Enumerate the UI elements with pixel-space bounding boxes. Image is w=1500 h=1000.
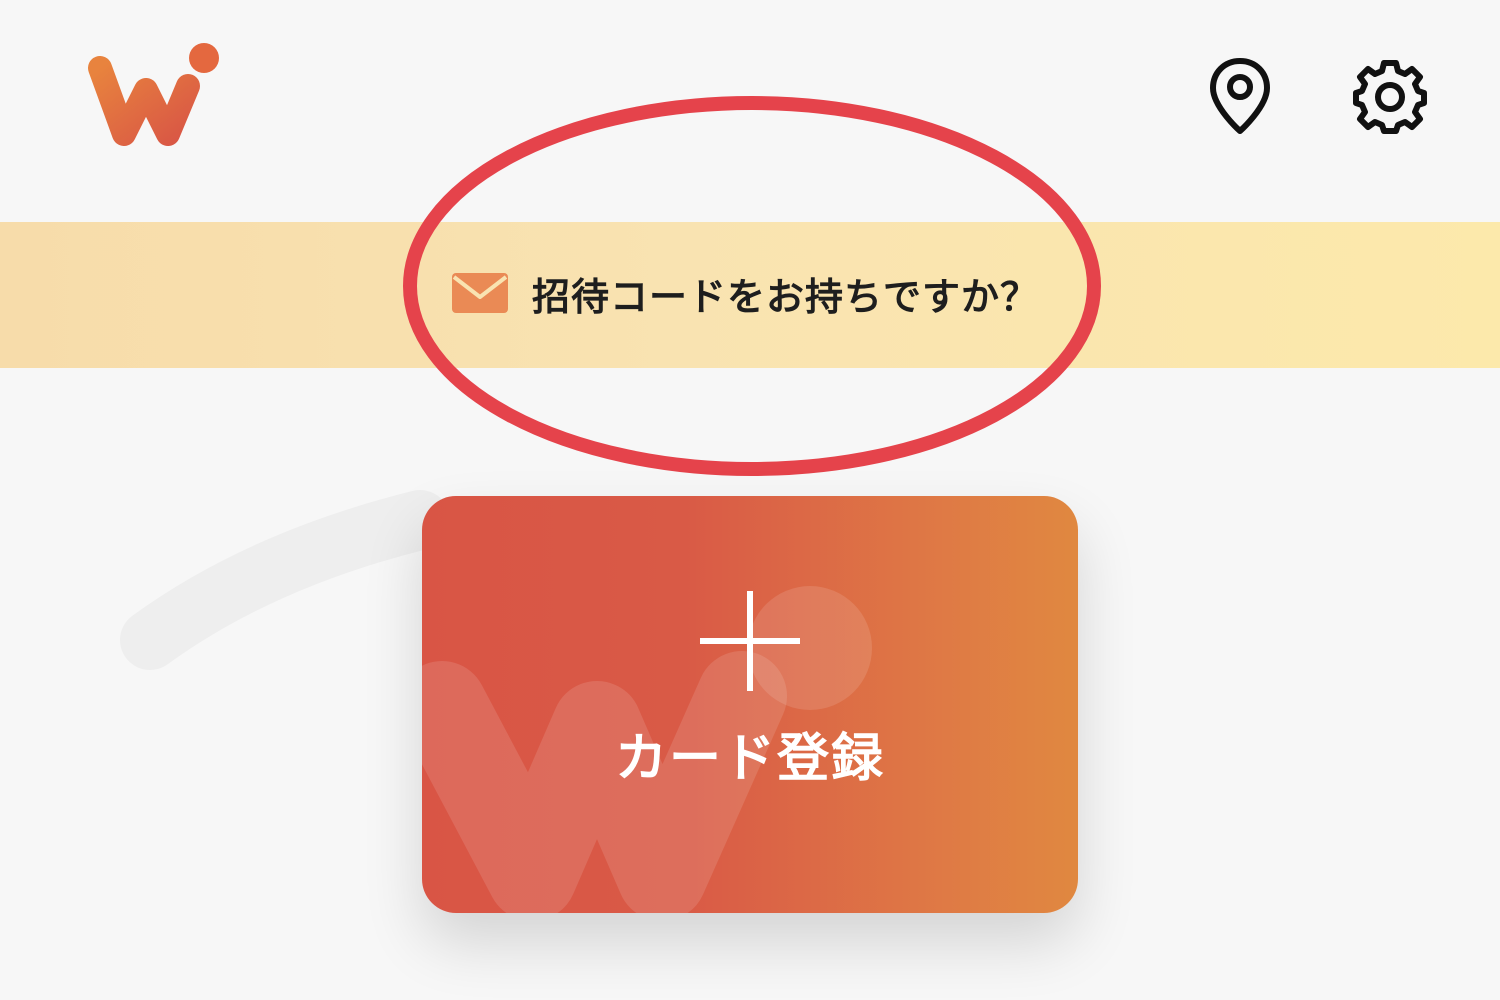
gear-icon[interactable]	[1345, 52, 1435, 142]
invite-code-prompt: 招待コードをお持ちですか？	[532, 274, 1040, 319]
top-bar	[0, 0, 1500, 200]
map-pin-icon[interactable]	[1195, 52, 1285, 142]
wi-logo-icon[interactable]	[82, 38, 232, 153]
wi-watermark-icon	[422, 586, 872, 913]
add-card-button[interactable]: カード登録	[422, 496, 1078, 913]
add-card-label: カード登録	[614, 729, 885, 789]
invite-code-banner[interactable]: 招待コードをお持ちですか？	[0, 222, 1500, 368]
mail-icon	[450, 271, 510, 315]
plus-icon	[700, 591, 800, 691]
